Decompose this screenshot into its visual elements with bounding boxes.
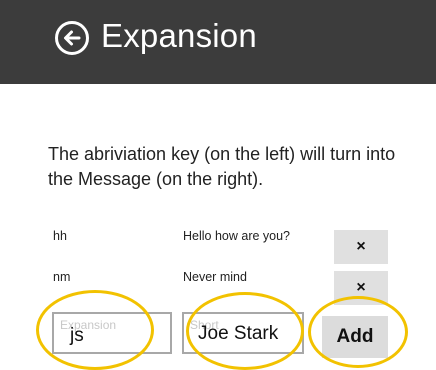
entry-key: hh [53, 229, 67, 243]
app-header: Expansion [0, 0, 436, 84]
page-title: Expansion [101, 17, 257, 54]
entry-message: Hello how are you? [183, 229, 291, 243]
abbreviation-key-input[interactable]: Expansion js [52, 312, 172, 354]
description-text: The abriviation key (on the left) will t… [48, 144, 396, 189]
remove-entry-button[interactable]: × [334, 230, 388, 264]
arrow-left-circle-icon [64, 30, 81, 46]
abbreviation-key-placeholder: Expansion [60, 318, 117, 332]
back-button[interactable] [55, 21, 89, 55]
message-value: Joe Stark [198, 323, 279, 344]
entry-key: nm [53, 270, 71, 284]
remove-entry-button[interactable]: × [334, 271, 388, 305]
abbreviation-key-value: js [70, 325, 84, 346]
entry-message: Never mind [183, 270, 247, 284]
message-input[interactable]: Short Joe Stark [182, 312, 304, 354]
add-button[interactable]: Add [322, 316, 388, 358]
